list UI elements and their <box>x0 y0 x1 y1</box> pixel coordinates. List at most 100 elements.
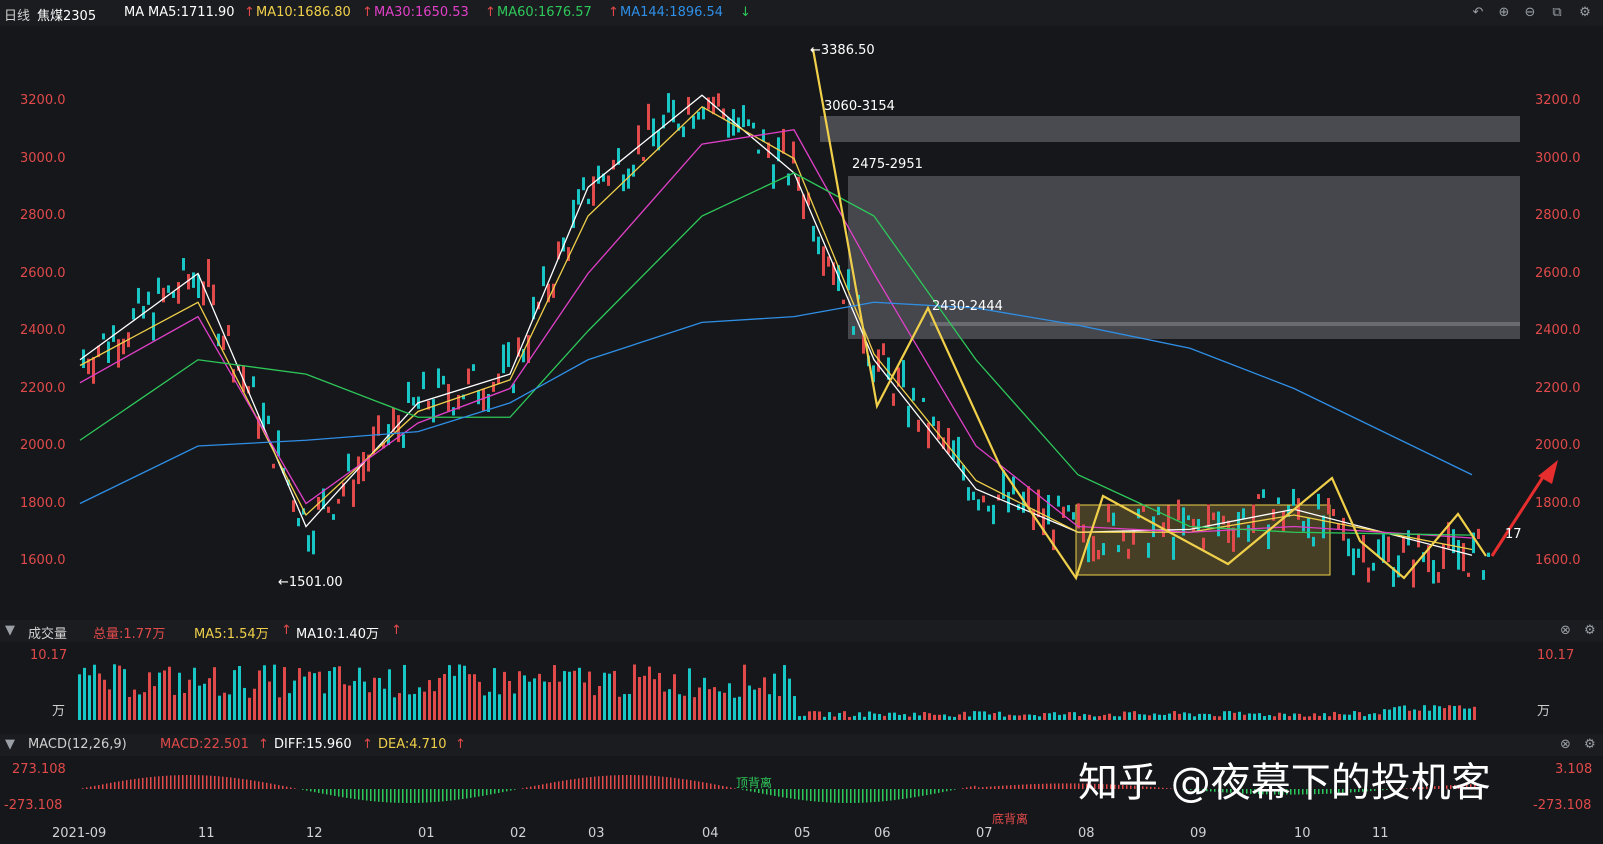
macd-bar <box>606 775 608 789</box>
zone-3060-3154 <box>820 116 1520 142</box>
period-label[interactable]: 日线 <box>4 5 30 24</box>
volume-bar <box>1468 708 1471 720</box>
macd-bar <box>154 776 156 789</box>
volume-header: ▼ 成交量 总量:1.77万 MA5:1.54万 ↑ MA10:1.40万 ↑ … <box>0 620 1603 642</box>
candle <box>577 189 580 205</box>
macd-bar <box>486 789 488 796</box>
macd-bar <box>118 781 120 789</box>
volume-bar <box>1028 714 1031 720</box>
candle <box>1327 498 1330 515</box>
macd-top-right: 3.108 <box>1555 762 1593 777</box>
candle <box>307 535 310 552</box>
macd-bar <box>602 775 604 789</box>
macd-bar <box>82 788 84 789</box>
volume-bar <box>1378 714 1381 720</box>
candle <box>1467 572 1470 577</box>
macd-bar <box>210 775 212 789</box>
zone-2430-2444 <box>930 322 1520 326</box>
macd-bar <box>138 778 140 789</box>
volume-bar <box>443 674 446 720</box>
price-tick-left: 2000.0 <box>20 438 66 453</box>
candle <box>112 325 115 342</box>
macd-bar <box>358 789 360 800</box>
volume-ma5: MA5:1.54万 <box>194 627 269 642</box>
candle <box>1127 548 1130 559</box>
volume-bar <box>338 666 341 720</box>
volume-bar <box>1043 713 1046 720</box>
macd-bar <box>514 789 516 790</box>
candle <box>1362 534 1365 563</box>
collapse-icon[interactable]: ▼ <box>5 623 15 638</box>
price-tick-left: 2800.0 <box>20 208 66 223</box>
macd-bar <box>310 789 312 792</box>
volume-bar <box>1403 705 1406 720</box>
volume-bar <box>633 664 636 720</box>
volume-bar <box>953 716 956 720</box>
volume-chart[interactable] <box>78 644 1518 720</box>
candle <box>882 343 885 356</box>
candle <box>667 93 670 113</box>
volume-bar <box>343 684 346 720</box>
macd-bar <box>386 789 388 803</box>
candle <box>1417 533 1420 548</box>
candle <box>937 421 940 440</box>
candle <box>437 368 440 388</box>
close-icon[interactable]: ⊗ <box>1560 623 1571 638</box>
undo-icon[interactable]: ↶ <box>1470 5 1486 21</box>
time-tick: 12 <box>306 826 323 841</box>
volume-bar <box>903 714 906 720</box>
macd-arrow: ↑ <box>258 737 269 752</box>
candle <box>762 129 765 142</box>
settings-icon[interactable]: ⚙ <box>1577 5 1593 21</box>
candle <box>1202 537 1205 550</box>
candle <box>842 299 845 305</box>
macd-title: MACD(12,26,9) <box>28 737 127 752</box>
volume-bar <box>883 715 886 720</box>
volume-bar <box>1298 713 1301 720</box>
macd-bar <box>1046 783 1048 789</box>
price-chart[interactable]: ←3386.50 3060-3154 2475-2951 2430-2444 ←… <box>0 26 1603 610</box>
volume-bar <box>213 667 216 720</box>
macd-bar <box>778 789 780 797</box>
candle <box>1117 545 1120 553</box>
macd-bar <box>898 789 900 800</box>
gear-icon[interactable]: ⚙ <box>1584 623 1596 638</box>
candle <box>482 388 485 412</box>
candle <box>977 499 980 511</box>
macd-bar <box>618 775 620 789</box>
macd-bar <box>614 775 616 789</box>
volume-bar <box>858 712 861 720</box>
zoom-in-icon[interactable]: ⊕ <box>1496 5 1512 21</box>
close-icon[interactable]: ⊗ <box>1560 737 1571 752</box>
volume-bar <box>1208 714 1211 720</box>
ma60-value: MA60:1676.57 <box>497 5 592 20</box>
gear-icon[interactable]: ⚙ <box>1584 737 1596 752</box>
macd-bar <box>566 780 568 789</box>
collapse-icon[interactable]: ▼ <box>5 737 15 752</box>
candle <box>147 291 150 305</box>
volume-bar <box>1158 714 1161 720</box>
volume-bar <box>1213 716 1216 720</box>
macd-bar <box>902 789 904 799</box>
macd-bar <box>258 781 260 789</box>
candle <box>542 266 545 287</box>
macd-bar <box>274 784 276 789</box>
window-icon[interactable]: ⧉ <box>1549 5 1565 21</box>
volume-bar <box>538 673 541 720</box>
time-tick: 03 <box>588 826 605 841</box>
macd-bar <box>786 789 788 798</box>
volume-bar <box>1093 716 1096 720</box>
macd-bar <box>834 789 836 803</box>
time-tick: 2021-09 <box>52 826 107 841</box>
macd-bar <box>422 789 424 803</box>
macd-bar <box>718 785 720 789</box>
candle <box>432 399 435 423</box>
volume-bar <box>913 712 916 720</box>
macd-bar <box>326 789 328 795</box>
zoom-out-icon[interactable]: ⊖ <box>1522 5 1538 21</box>
volume-bar <box>1168 713 1171 720</box>
volume-bar <box>1088 714 1091 720</box>
macd-bar <box>694 780 696 789</box>
macd-bar <box>810 789 812 802</box>
macd-bar <box>570 779 572 789</box>
